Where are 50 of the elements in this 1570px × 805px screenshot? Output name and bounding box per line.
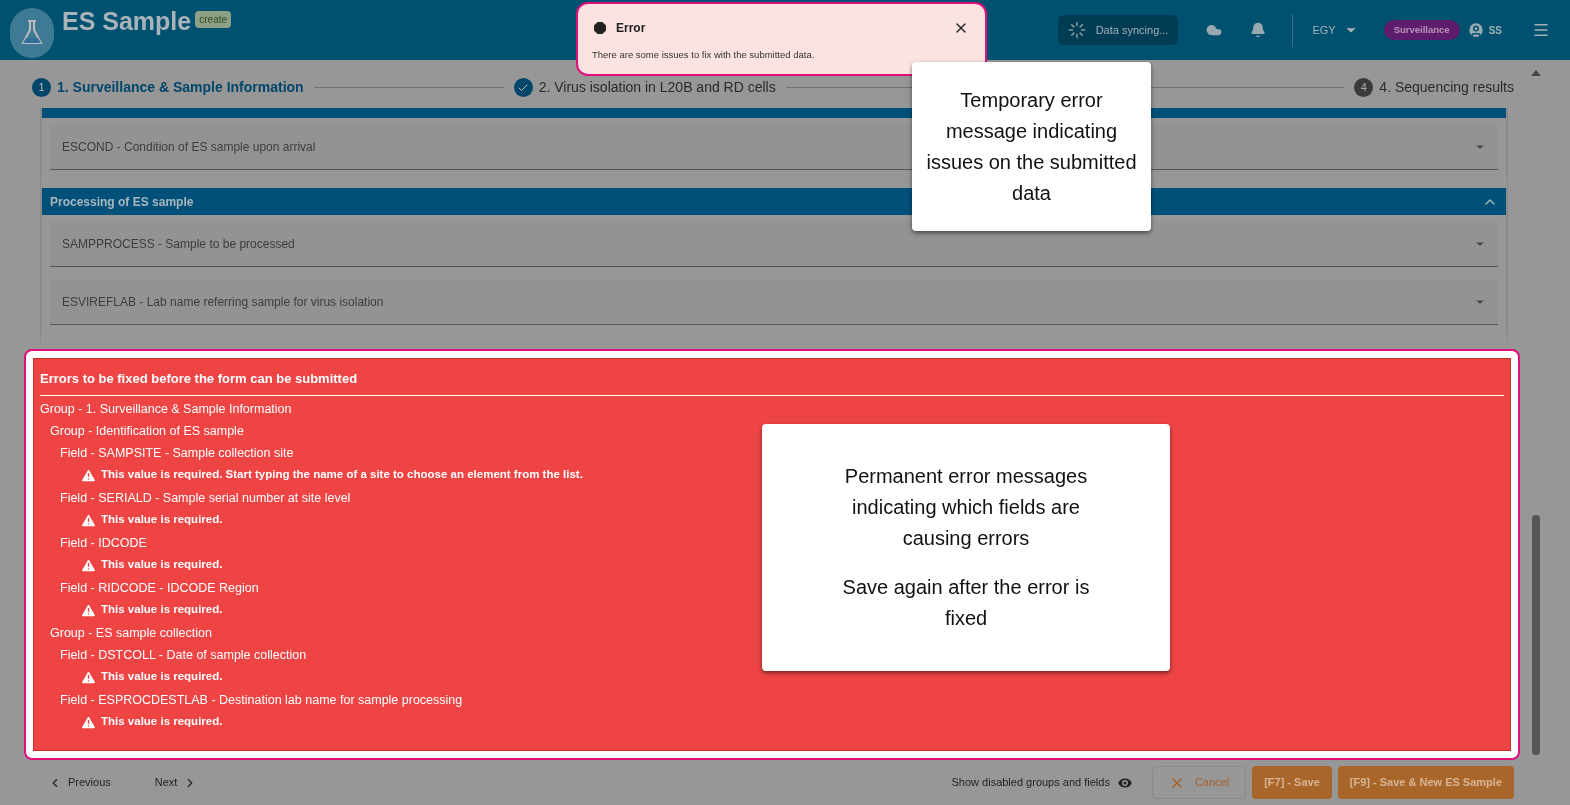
warning-icon	[80, 668, 97, 686]
flask-logo-icon	[10, 8, 54, 58]
error-message: This value is required.	[101, 669, 223, 685]
save-button[interactable]: [F9] - Save & New ES Sample	[1337, 766, 1514, 799]
step-tab[interactable]: 2. Virus isolation in L20B and RD cells	[513, 77, 776, 98]
step-number: 1	[32, 78, 51, 97]
select-field[interactable]: SAMPPROCESS - Sample to be processed	[50, 221, 1498, 267]
mode-badge: create	[195, 10, 232, 28]
notification-icon[interactable]	[1250, 22, 1267, 38]
error-message: This value is required.	[101, 602, 223, 618]
country-select[interactable]: EGY	[1312, 21, 1358, 39]
step-tab[interactable]: 4 4. Sequencing results	[1354, 77, 1514, 98]
app-title: ES Sample	[62, 6, 192, 38]
error-field-label: Field - SAMPSITE - Sample collection site	[60, 444, 294, 462]
previous-button[interactable]: Previous	[48, 774, 111, 791]
scrollbar[interactable]	[1530, 70, 1542, 755]
spinner-icon	[1067, 21, 1086, 39]
warning-icon	[80, 511, 97, 529]
error-group-label: Group - 1. Surveillance & Sample Information	[40, 400, 292, 418]
error-field-label: Field - SERIALD - Sample serial number at site level	[60, 489, 351, 507]
next-button[interactable]: Next	[154, 774, 198, 791]
error-group-label: Group - Identification of ES sample	[50, 422, 244, 440]
step-number: 4	[1354, 78, 1374, 97]
error-field-label: Field - IDCODE	[60, 534, 147, 552]
step-tab[interactable]: 1 1. Surveillance & Sample Information	[32, 77, 304, 98]
error-field-label: Field - DSTCOLL - Date of sample collection	[60, 646, 307, 664]
error-message: This value is required.	[101, 557, 223, 573]
error-field-label: Field - RIDCODE - IDCODE Region	[60, 579, 259, 597]
role-badge: Surveillance	[1383, 19, 1460, 41]
save-button[interactable]: [F7] - Save	[1252, 766, 1332, 799]
error-message: This value is required. Start typing the name of a site to choose an element from the list.	[101, 467, 583, 483]
select-field[interactable]: ESVIREFLAB - Lab name referring sample for virus isolation	[50, 279, 1498, 325]
warning-icon	[80, 556, 97, 574]
warning-icon	[80, 601, 97, 619]
toast-title: Error	[616, 20, 646, 37]
error-message: This value is required.	[101, 714, 223, 730]
error-message: This value is required.	[101, 512, 223, 528]
annotation-text: Save again after the error is fixed	[841, 575, 1091, 631]
annotation-text: Permanent error messages indicating which fields are causing errors	[843, 464, 1089, 551]
user-initials: SS	[1488, 23, 1502, 38]
error-group-label: Group - ES sample collection	[50, 624, 212, 642]
toast-message: There are some issues to fix with the submitted data.	[592, 48, 816, 62]
user-avatar-icon[interactable]	[1466, 21, 1485, 39]
sync-status: Data syncing...	[1057, 15, 1179, 45]
warning-icon	[80, 713, 97, 731]
menu-icon[interactable]	[1532, 21, 1550, 39]
error-panel-title: Errors to be fixed before the form can be submitted	[40, 369, 1504, 396]
alert-icon	[592, 20, 608, 36]
error-field-label: Field - ESPROCDESTLAB - Destination lab name for sample processing	[60, 691, 463, 709]
warning-icon	[80, 466, 97, 484]
